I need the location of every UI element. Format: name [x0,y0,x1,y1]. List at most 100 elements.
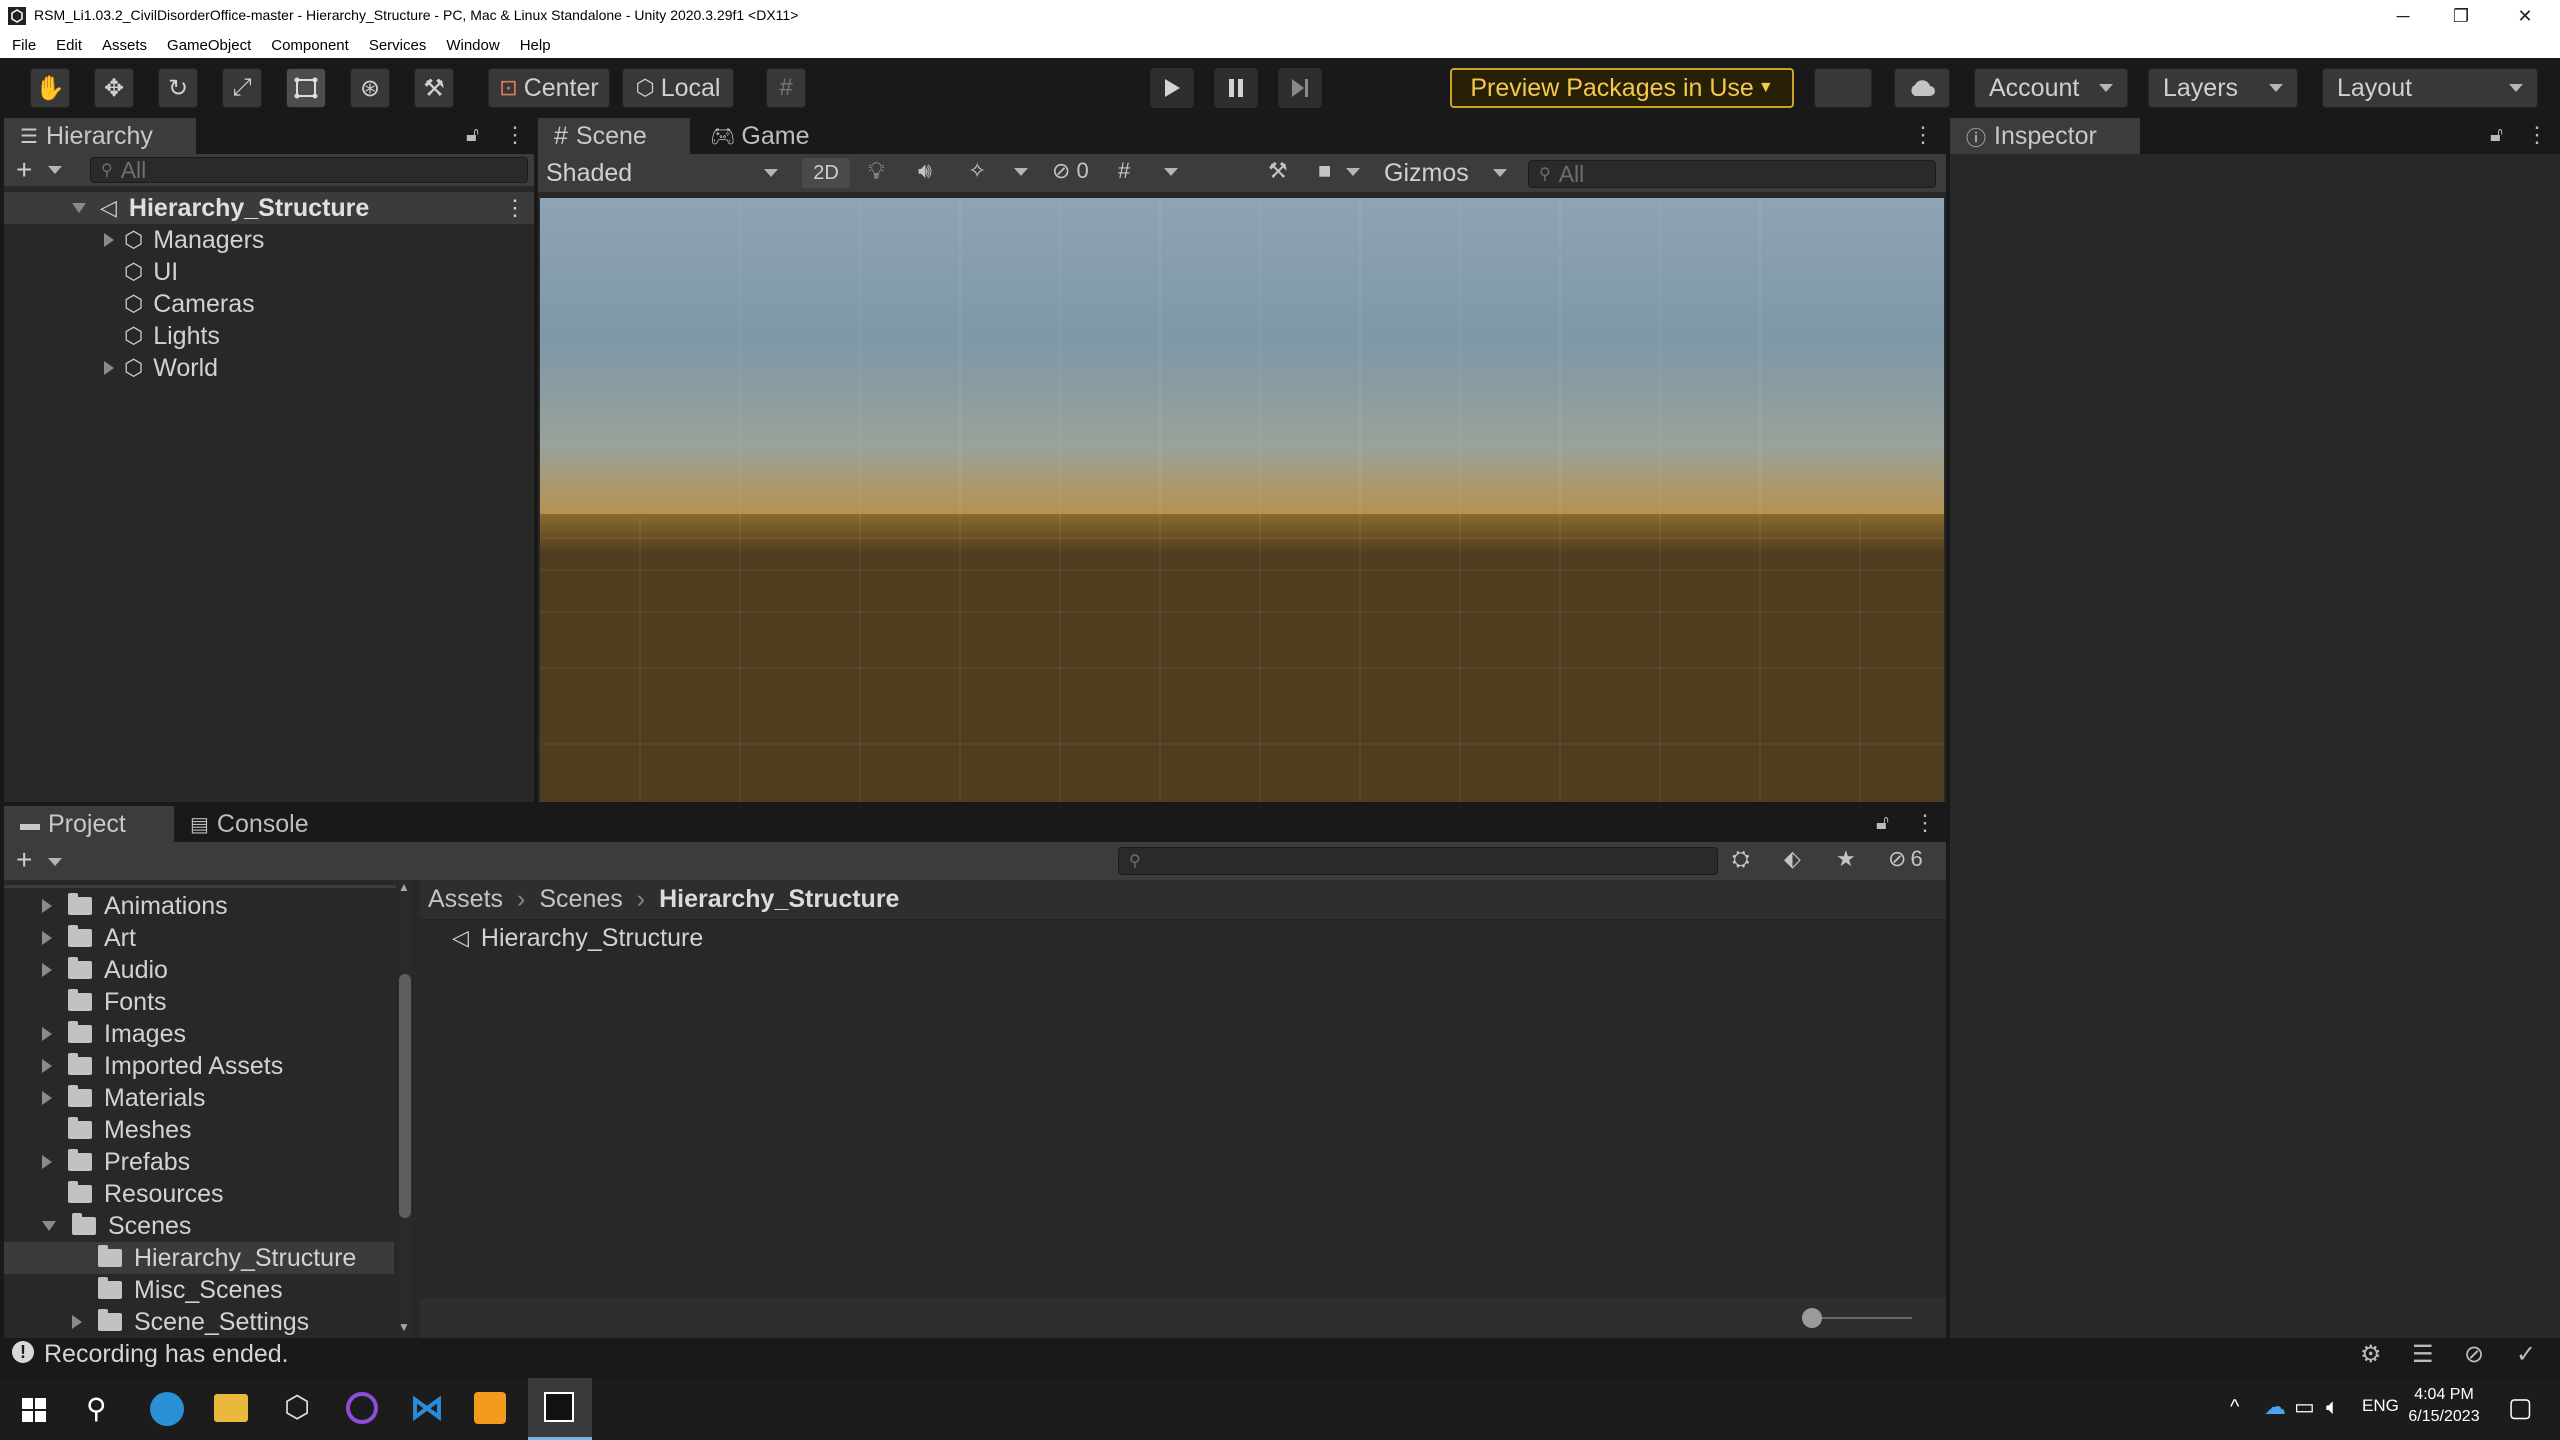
kebab-menu-icon[interactable]: ⋮ [1912,122,1934,148]
scroll-down-icon[interactable]: ▼ [398,1320,410,1334]
scene-search-input[interactable]: ⚲ All [1528,160,1936,188]
pause-button[interactable] [1214,68,1258,108]
filter-type-icon[interactable]: ⛭ [1732,846,1750,872]
rect-tool-button[interactable] [286,68,326,108]
folder-item[interactable]: Scenes [4,1210,394,1242]
tools-icon[interactable]: ⚒ [1268,158,1288,184]
move-tool-button[interactable]: ✥ [94,68,134,108]
expand-arrow-icon[interactable] [42,1059,52,1073]
star-icon[interactable]: ★ [1836,846,1856,872]
folder-item[interactable]: Meshes [4,1114,394,1146]
scene-viewport[interactable] [540,198,1944,802]
subfolder-item[interactable]: Misc_Scenes [4,1274,394,1306]
scene-row[interactable]: ◁ Hierarchy_Structure ⋮ [4,192,534,224]
expand-arrow-icon[interactable] [42,1091,52,1105]
collab-button[interactable] [1814,68,1872,108]
lightbulb-icon[interactable]: 💡︎ [868,158,885,186]
subfolder-item[interactable]: Scene_Settings [4,1306,394,1338]
zoom-slider-handle[interactable] [1802,1308,1822,1328]
custom-tool-button[interactable]: ⚒ [414,68,454,108]
restore-button[interactable]: ❐ [2432,0,2490,32]
expand-arrow-icon[interactable] [42,1155,52,1169]
scrollbar-thumb[interactable] [399,974,411,1218]
hierarchy-item-world[interactable]: ⬡ World [4,352,218,384]
check-circle-icon[interactable]: ✓ [2516,1340,2536,1369]
menu-component[interactable]: Component [271,37,349,54]
zoom-slider-track[interactable] [1812,1317,1912,1319]
expand-arrow-icon[interactable] [72,203,86,213]
play-button[interactable] [1150,68,1194,108]
menu-help[interactable]: Help [520,37,551,54]
breadcrumb-assets[interactable]: Assets [428,885,503,914]
hierarchy-item-managers[interactable]: ⬡ Managers [4,224,264,256]
folder-item[interactable]: Art [4,922,394,954]
kebab-menu-icon[interactable]: ⋮ [1914,810,1936,836]
chevron-down-icon[interactable] [1014,168,1028,176]
folder-item[interactable]: Materials [4,1082,394,1114]
folder-tree-scrollbar[interactable] [394,884,396,1336]
tab-hierarchy[interactable]: ☰ Hierarchy [4,118,196,154]
folder-item[interactable]: Images [4,1018,394,1050]
scale-tool-button[interactable]: ⤢ [222,68,262,108]
tab-console[interactable]: ▤ Console [174,806,344,842]
menu-assets[interactable]: Assets [102,37,147,54]
folder-item[interactable]: Imported Assets [4,1050,394,1082]
chevron-down-icon[interactable] [1164,168,1178,176]
notifications-icon[interactable]: ▢ [2508,1392,2533,1423]
effects-icon[interactable]: ✧ [968,158,986,184]
chevron-up-icon[interactable]: ^ [2230,1396,2239,1419]
transform-tool-button[interactable]: ⊛ [350,68,390,108]
label-tag-icon[interactable]: ⬖ [1784,846,1801,872]
chevron-down-icon[interactable] [48,858,62,866]
pivot-center-button[interactable]: ⊡ Center [488,68,610,108]
sublime-text-icon[interactable] [474,1392,506,1424]
expand-arrow-icon[interactable] [104,361,114,375]
camera-icon[interactable]: ■ [1318,158,1331,184]
grid-icon[interactable]: # [1118,158,1130,184]
search-icon[interactable]: ⚲ [86,1392,107,1425]
file-explorer-icon[interactable] [214,1394,248,1422]
expand-arrow-icon[interactable] [42,963,52,977]
toggle-2d-button[interactable]: 2D [802,158,850,188]
folder-item[interactable]: Audio [4,954,394,986]
grid-snap-button[interactable]: # [766,68,806,108]
network-icon[interactable]: ▭ [2294,1394,2315,1420]
project-search-input[interactable]: ⚲ [1118,847,1718,875]
draw-mode-dropdown[interactable]: Shaded [546,155,786,191]
minimize-button[interactable]: ─ [2374,0,2432,32]
hidden-packages-toggle[interactable]: ⊘ 6 [1888,846,1923,872]
scroll-up-icon[interactable]: ▲ [398,880,410,894]
tab-inspector[interactable]: ⓘ Inspector [1950,118,2140,154]
asset-file-item[interactable]: ◁ Hierarchy_Structure [452,922,703,954]
unity-editor-taskbar-button[interactable] [528,1378,592,1440]
chevron-down-icon[interactable] [48,166,62,174]
menu-services[interactable]: Services [369,37,427,54]
expand-arrow-icon[interactable] [42,899,52,913]
hierarchy-search-input[interactable]: ⚲ All [90,157,528,183]
tab-scene[interactable]: # Scene [538,118,690,154]
pivot-space-button[interactable]: ⬡ Local [622,68,734,108]
add-icon[interactable]: + [16,154,32,186]
language-indicator[interactable]: ENG [2362,1396,2399,1416]
tab-game[interactable]: 🎮︎ Game [694,118,824,154]
tab-project[interactable]: ▬ Project [4,806,174,842]
unity-hub-icon[interactable]: ⬡ [284,1390,310,1425]
account-dropdown[interactable]: Account [1974,68,2128,108]
expand-arrow-icon[interactable] [42,931,52,945]
vscode-icon[interactable]: ⋈ [410,1388,444,1428]
audio-icon[interactable]: 🔊︎ [918,158,932,184]
database-icon[interactable]: ☰ [2412,1340,2434,1369]
chevron-down-icon[interactable] [1346,168,1360,176]
breadcrumb-scenes[interactable]: Scenes [539,885,622,914]
preview-packages-button[interactable]: Preview Packages in Use ▼ [1450,68,1794,108]
scrollbar-track[interactable]: ▲ ▼ [398,880,412,1338]
expand-arrow-icon[interactable] [42,1027,52,1041]
menu-gameobject[interactable]: GameObject [167,37,251,54]
onedrive-icon[interactable]: ☁ [2264,1394,2286,1420]
edge-browser-icon[interactable] [150,1392,184,1426]
folder-item[interactable]: Prefabs [4,1146,394,1178]
menu-window[interactable]: Window [446,37,499,54]
add-icon[interactable]: + [16,844,32,876]
gizmos-dropdown[interactable]: Gizmos [1384,155,1507,191]
expand-arrow-icon[interactable] [104,233,114,247]
